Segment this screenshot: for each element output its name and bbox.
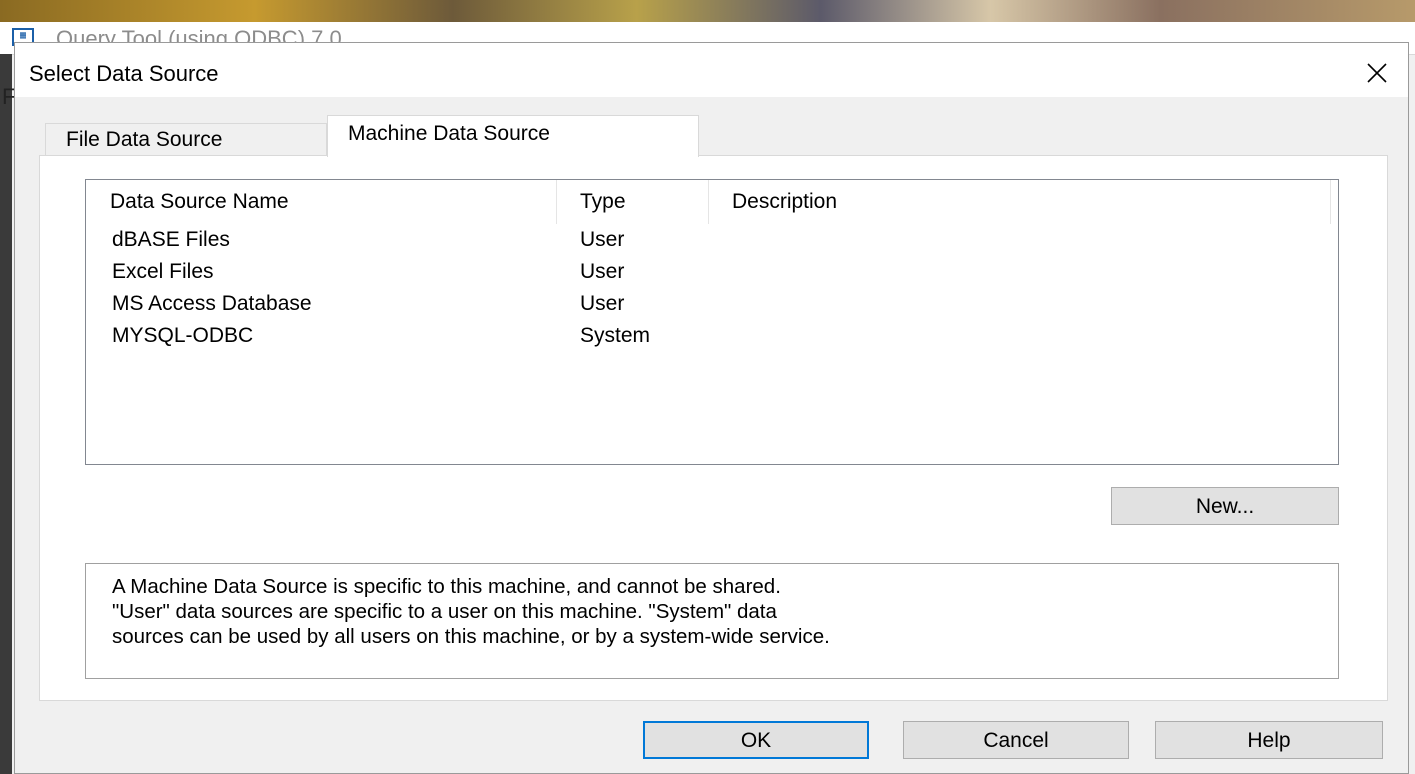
list-header: Data Source Name Type Description [86, 180, 1338, 224]
list-item[interactable]: Excel Files User [86, 260, 1338, 292]
select-data-source-dialog: Select Data Source File Data Source Mach… [14, 42, 1409, 774]
ok-button[interactable]: OK [643, 721, 869, 759]
tab-machine-data-source[interactable]: Machine Data Source [327, 115, 699, 157]
list-item-name: MS Access Database [112, 292, 312, 315]
dialog-titlebar: Select Data Source [15, 43, 1408, 97]
list-item[interactable]: dBASE Files User [86, 228, 1338, 260]
column-header-type[interactable]: Type [556, 180, 708, 224]
dialog-title: Select Data Source [29, 61, 219, 86]
list-item[interactable]: MYSQL-ODBC System [86, 324, 1338, 356]
description-line: sources can be used by all users on this… [112, 625, 830, 648]
list-item[interactable]: MS Access Database User [86, 292, 1338, 324]
list-item-name: MYSQL-ODBC [112, 324, 254, 347]
description-line: "User" data sources are specific to a us… [112, 600, 777, 623]
column-header-description[interactable]: Description [708, 180, 1330, 224]
new-button[interactable]: New... [1111, 487, 1339, 525]
list-item-name: Excel Files [112, 260, 214, 283]
list-item-name: dBASE Files [112, 228, 230, 251]
column-divider[interactable] [1330, 180, 1331, 224]
tab-file-data-source[interactable]: File Data Source [45, 123, 327, 155]
list-item-type: User [580, 292, 625, 315]
description-line: A Machine Data Source is specific to thi… [112, 575, 781, 598]
parent-window-edge [0, 54, 12, 774]
list-item-type: System [580, 324, 651, 347]
close-icon [1367, 63, 1387, 83]
desktop-wallpaper [0, 0, 1415, 22]
data-source-list[interactable]: Data Source Name Type Description dBASE … [85, 179, 1339, 465]
close-button[interactable] [1354, 53, 1400, 93]
cancel-button[interactable]: Cancel [903, 721, 1129, 759]
list-item-type: User [580, 228, 625, 251]
description-box: A Machine Data Source is specific to thi… [85, 563, 1339, 679]
help-button[interactable]: Help [1155, 721, 1383, 759]
screen: ▦ Query Tool (using ODBC) 7.0 F Select D… [0, 0, 1415, 774]
column-header-name[interactable]: Data Source Name [86, 180, 556, 224]
list-item-type: User [580, 260, 625, 283]
